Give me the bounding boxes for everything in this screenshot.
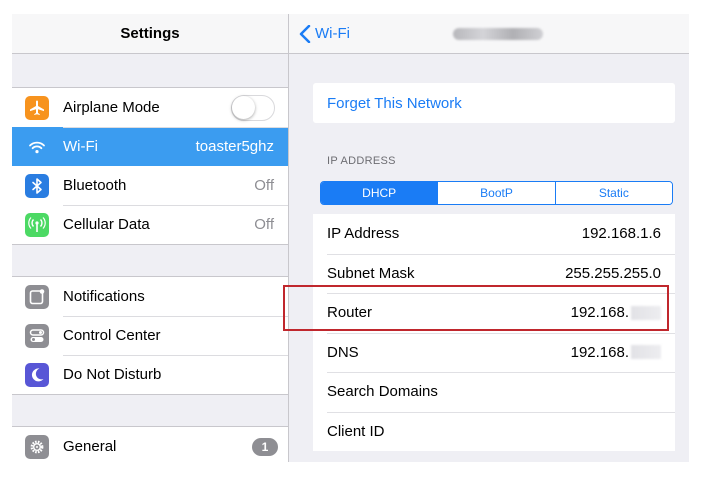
- info-value: 255.255.255.0: [565, 265, 661, 282]
- info-row-ip-address[interactable]: IP Address 192.168.1.6: [313, 214, 675, 254]
- ip-info-list: IP Address 192.168.1.6 Subnet Mask 255.255.…: [313, 214, 675, 451]
- sidebar-item-value: toaster5ghz: [195, 138, 274, 155]
- info-row-client-id[interactable]: Client ID: [313, 411, 675, 452]
- router-highlight-box: [283, 285, 669, 331]
- sidebar-item-notifications[interactable]: Notifications: [12, 277, 288, 316]
- redacted-value: [631, 345, 661, 360]
- sidebar-item-label: Do Not Disturb: [63, 366, 162, 383]
- toggle-knob: [232, 95, 255, 119]
- info-label: Subnet Mask: [327, 264, 415, 282]
- settings-group: Notifications Control Center Do Not Distur…: [12, 276, 288, 395]
- forget-network-button[interactable]: Forget This Network: [313, 83, 675, 123]
- notifications-icon: [25, 284, 49, 309]
- segment-dhcp[interactable]: DHCP: [321, 182, 438, 204]
- chevron-left-icon: [299, 24, 311, 43]
- sidebar-item-label: Cellular Data: [63, 216, 150, 233]
- info-label: IP Address: [327, 225, 400, 243]
- info-row-search-domains[interactable]: Search Domains: [313, 372, 675, 412]
- sidebar-item-do-not-disturb[interactable]: Do Not Disturb: [12, 355, 288, 394]
- info-label: DNS: [327, 343, 359, 361]
- cellular-icon: [25, 212, 49, 237]
- forget-network-label: Forget This Network: [327, 94, 462, 112]
- settings-group: General 1: [12, 426, 288, 462]
- airplane-icon: [25, 95, 49, 120]
- segment-bootp[interactable]: BootP: [437, 182, 555, 204]
- sidebar-item-label: Control Center: [63, 327, 161, 344]
- back-button-label: Wi-Fi: [315, 25, 350, 42]
- control-center-icon: [25, 323, 49, 348]
- sidebar-item-wi-fi[interactable]: Wi-Fi toaster5ghz: [12, 127, 288, 166]
- info-value-text: 255.255.255.0: [565, 264, 661, 282]
- gear-icon: [25, 434, 49, 459]
- settings-group: Airplane Mode Wi-Fi toaster5ghz Bluetooth Of…: [12, 87, 288, 245]
- sidebar-item-control-center[interactable]: Control Center: [12, 316, 288, 355]
- info-label: Client ID: [327, 422, 385, 440]
- info-value: 192.168.: [571, 344, 661, 361]
- sidebar-item-label: Notifications: [63, 288, 145, 305]
- sidebar-item-value: Off: [254, 216, 274, 233]
- sidebar-item-bluetooth[interactable]: Bluetooth Off: [12, 166, 288, 205]
- back-button[interactable]: Wi-Fi: [299, 14, 350, 53]
- wifi-detail-pane: Wi-Fi Forget This Network IP ADDRESS DHC…: [289, 14, 689, 462]
- info-row-dns[interactable]: DNS 192.168.: [313, 332, 675, 373]
- update-badge: 1: [252, 437, 278, 456]
- sidebar-item-label: Bluetooth: [63, 177, 127, 194]
- info-value-text: 192.168.: [570, 343, 629, 361]
- sidebar-item-label: Wi-Fi: [63, 138, 98, 155]
- info-value: 192.168.1.6: [582, 225, 661, 242]
- bluetooth-icon: [25, 173, 49, 198]
- sidebar-title: Settings: [12, 14, 288, 54]
- ipad-screen: Settings Airplane Mode Wi-Fi toaster5ghz Bl…: [12, 14, 689, 462]
- sidebar-item-general[interactable]: General 1: [12, 427, 288, 462]
- network-name-redacted: [453, 28, 543, 40]
- segment-static[interactable]: Static: [554, 182, 672, 204]
- wifi-icon: [25, 135, 49, 159]
- ip-mode-segmented-control: DHCP BootP Static: [320, 181, 673, 205]
- sidebar-item-value: Off: [254, 177, 274, 194]
- moon-icon: [25, 362, 49, 387]
- sidebar-item-label: Airplane Mode: [63, 99, 160, 116]
- sidebar-item-cellular-data[interactable]: Cellular Data Off: [12, 205, 288, 244]
- ip-address-header: IP ADDRESS: [327, 155, 396, 167]
- info-value-text: 192.168.1.6: [581, 225, 661, 243]
- sidebar-item-airplane-mode[interactable]: Airplane Mode: [12, 88, 288, 127]
- info-label: Search Domains: [327, 383, 438, 401]
- airplane-mode-toggle[interactable]: [231, 94, 275, 121]
- detail-navbar: Wi-Fi: [289, 14, 689, 54]
- sidebar-item-label: General: [63, 438, 117, 455]
- settings-sidebar: Settings Airplane Mode Wi-Fi toaster5ghz Bl…: [12, 14, 289, 462]
